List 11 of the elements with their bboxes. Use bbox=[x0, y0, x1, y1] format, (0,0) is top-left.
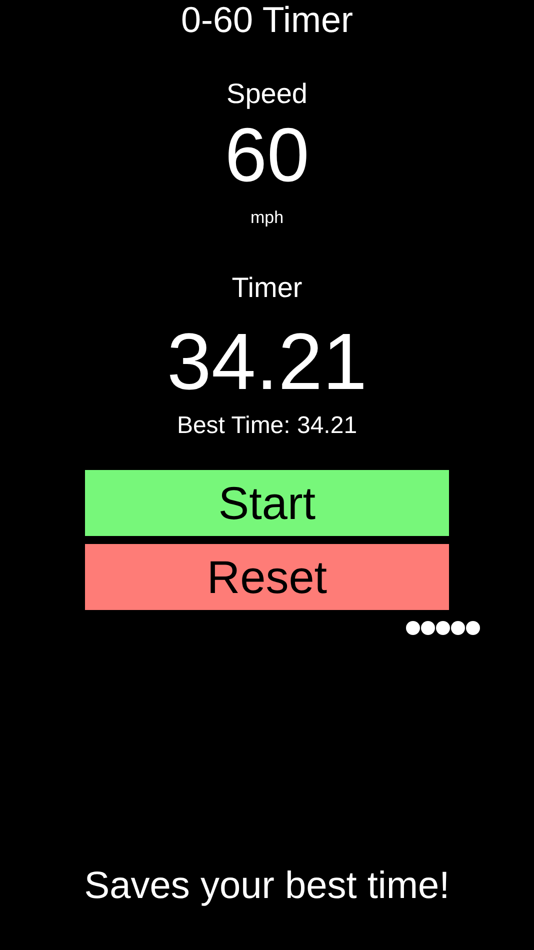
speed-value: 60 bbox=[224, 118, 310, 194]
best-time: Best Time: 34.21 bbox=[176, 412, 358, 440]
timer-label: Timer bbox=[232, 272, 302, 304]
timer-value: 34.21 bbox=[166, 322, 368, 402]
reset-button[interactable]: Reset bbox=[85, 544, 449, 610]
caption-text: Saves your best time! bbox=[84, 865, 450, 908]
start-button[interactable]: Start bbox=[85, 470, 449, 536]
speed-label: Speed bbox=[226, 78, 308, 110]
app-title: 0-60 Timer bbox=[180, 0, 354, 40]
speed-unit: mph bbox=[250, 208, 284, 228]
signal-dots-icon bbox=[406, 620, 480, 636]
